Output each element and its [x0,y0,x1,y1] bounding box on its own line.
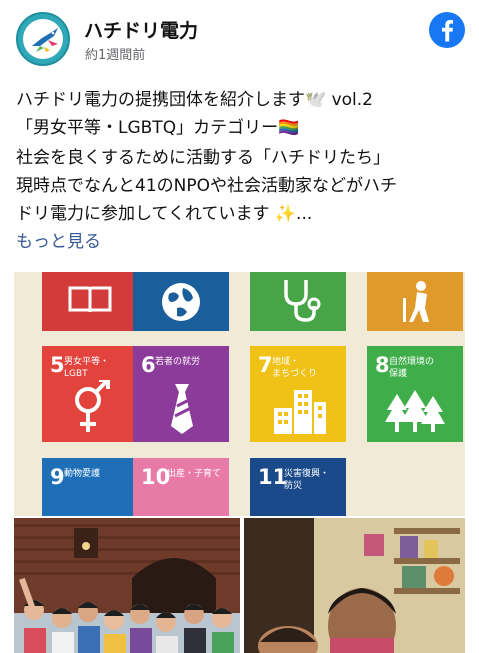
tile-label: 自然環境の 保護 [389,357,435,379]
group-photo[interactable] [14,518,240,653]
hummingbird-logo-icon [32,28,58,52]
post-line: 社会を良くするために活動する「ハチドリたち」 [16,148,390,168]
category-tile: 5 男女平等・ LGBT [42,346,138,442]
tile-label: 動物愛護 [64,469,101,479]
tile-number: 5 [50,353,65,377]
tile-label: 災害復興・ 防災 [284,469,330,491]
tile-label: 地域・ まちづくり [272,357,318,379]
post-line: ハチドリ電力の提携団体を紹介します🕊️ vol.2 [16,90,373,110]
page-avatar[interactable] [16,12,70,66]
tile-number: 8 [375,353,390,377]
tile-number: 9 [50,465,65,489]
category-tiles-image[interactable]: 5 男女平等・ LGBT 6 若者の就労 7 地域・ まちづくり 8 自然環境の 保護 9 動物愛… [14,272,465,516]
tile-number: 10 [141,465,171,489]
category-tile [133,272,229,331]
post-header: ハチドリ電力 約1週間前 [0,0,479,78]
post-line: 現時点でなんと41のNPOや社会活動家などがハチ [16,176,397,196]
category-tile: 9 動物愛護 [42,458,138,516]
interior-photo-image [244,518,465,653]
category-tile [250,272,346,331]
see-more-link[interactable]: もっと見る [16,228,466,256]
category-tile [367,272,463,331]
category-tile: 11 災害復興・ 防災 [250,458,346,516]
post-body: ハチドリ電力の提携団体を紹介します🕊️ vol.2 「男女平等・LGBTQ」カテ… [16,86,466,256]
tile-label: 若者の就労 [155,357,201,367]
tile-number: 7 [258,353,273,377]
facebook-icon[interactable] [429,12,465,48]
group-photo-image [14,518,240,653]
tile-label: 出産・子育て [167,469,222,479]
tile-label: 男女平等・ LGBT [64,357,110,379]
category-tile: 7 地域・ まちづくり [250,346,346,442]
post-timestamp[interactable]: 約1週間前 [85,44,145,63]
category-tile [42,272,138,331]
tile-number: 11 [258,465,288,489]
page-name[interactable]: ハチドリ電力 [84,16,198,43]
post-line: ドリ電力に参加してくれています ✨... [16,204,313,224]
interior-photo[interactable] [244,518,465,653]
category-tile: 10 出産・子育て [133,458,229,516]
category-tile: 8 自然環境の 保護 [367,346,463,442]
category-tile: 6 若者の就労 [133,346,229,442]
post-line: 「男女平等・LGBTQ」カテゴリー🏳️‍🌈 [16,118,300,138]
tile-number: 6 [141,353,156,377]
